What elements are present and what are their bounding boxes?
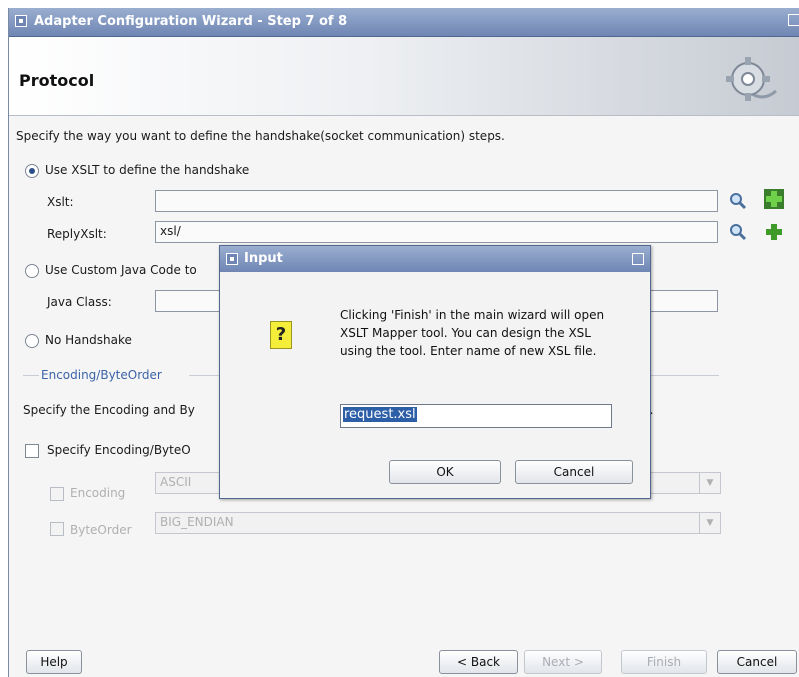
help-button[interactable]: Help (26, 650, 82, 674)
back-button[interactable]: < Back (439, 650, 518, 674)
xslt-radio-label: Use XSLT to define the handshake (45, 163, 250, 177)
encoding-description: Specify the Encoding and By (23, 403, 195, 417)
input-dialog: Input ? Clicking 'Finish' in the main wi… (219, 245, 651, 499)
add-icon[interactable] (764, 222, 784, 242)
gear-plug-icon (726, 57, 777, 101)
search-icon[interactable] (728, 191, 748, 211)
encoding-label: Encoding (70, 486, 126, 500)
instructions-text: Specify the way you want to define the h… (16, 129, 505, 143)
no-handshake-radio[interactable] (25, 334, 39, 348)
custom-java-radio[interactable] (25, 264, 39, 278)
chevron-down-icon[interactable]: ▼ (699, 473, 720, 493)
custom-java-radio-label: Use Custom Java Code to (45, 263, 197, 277)
byteorder-checkbox[interactable] (50, 522, 64, 536)
dialog-message: Clicking 'Finish' in the main wizard wil… (340, 308, 605, 358)
specify-encoding-label: Specify Encoding/ByteO (47, 443, 191, 457)
xsl-file-name-input[interactable]: request.xsl (340, 404, 612, 428)
dialog-title-bar[interactable]: Input (220, 246, 650, 272)
finish-button[interactable]: Finish (621, 650, 707, 674)
byteorder-label: ByteOrder (70, 523, 132, 537)
encoding-checkbox[interactable] (50, 487, 64, 501)
dialog-title: Input (244, 251, 283, 266)
byteorder-select-value: BIG_ENDIAN (160, 515, 234, 529)
search-icon[interactable] (728, 222, 748, 242)
reply-xslt-label: ReplyXslt: (47, 227, 107, 241)
ok-button[interactable]: OK (389, 460, 501, 484)
wizard-header: Protocol (9, 37, 799, 116)
maximize-icon[interactable] (788, 14, 799, 26)
cancel-button[interactable]: Cancel (717, 650, 797, 674)
next-button[interactable]: Next > (524, 650, 602, 674)
page-title: Protocol (19, 71, 95, 90)
dialog-menu-icon[interactable] (226, 253, 238, 265)
title-bar[interactable]: Adapter Configuration Wizard - Step 7 of… (9, 8, 799, 37)
dialog-cancel-button[interactable]: Cancel (515, 460, 633, 484)
add-icon[interactable] (764, 189, 784, 209)
chevron-down-icon[interactable]: ▼ (699, 513, 720, 533)
question-icon: ? (270, 321, 292, 349)
encoding-section-title: Encoding/ByteOrder (41, 368, 162, 382)
no-handshake-radio-label: No Handshake (45, 333, 132, 347)
xslt-input[interactable] (155, 190, 718, 212)
window-title: Adapter Configuration Wizard - Step 7 of… (34, 14, 348, 29)
encoding-select-value: ASCII (160, 475, 192, 489)
wizard-window: Adapter Configuration Wizard - Step 7 of… (8, 8, 799, 677)
xsl-file-name-value: request.xsl (343, 407, 417, 422)
specify-encoding-checkbox[interactable] (25, 444, 39, 458)
xslt-label: Xslt: (47, 195, 74, 209)
xslt-radio[interactable] (25, 164, 39, 178)
reply-xslt-input[interactable]: xsl/ (155, 221, 718, 243)
java-class-label: Java Class: (47, 295, 112, 309)
byteorder-select[interactable]: BIG_ENDIAN ▼ (155, 512, 721, 534)
window-menu-icon[interactable] (15, 15, 27, 27)
maximize-icon[interactable] (632, 253, 644, 265)
section-divider (23, 375, 39, 376)
